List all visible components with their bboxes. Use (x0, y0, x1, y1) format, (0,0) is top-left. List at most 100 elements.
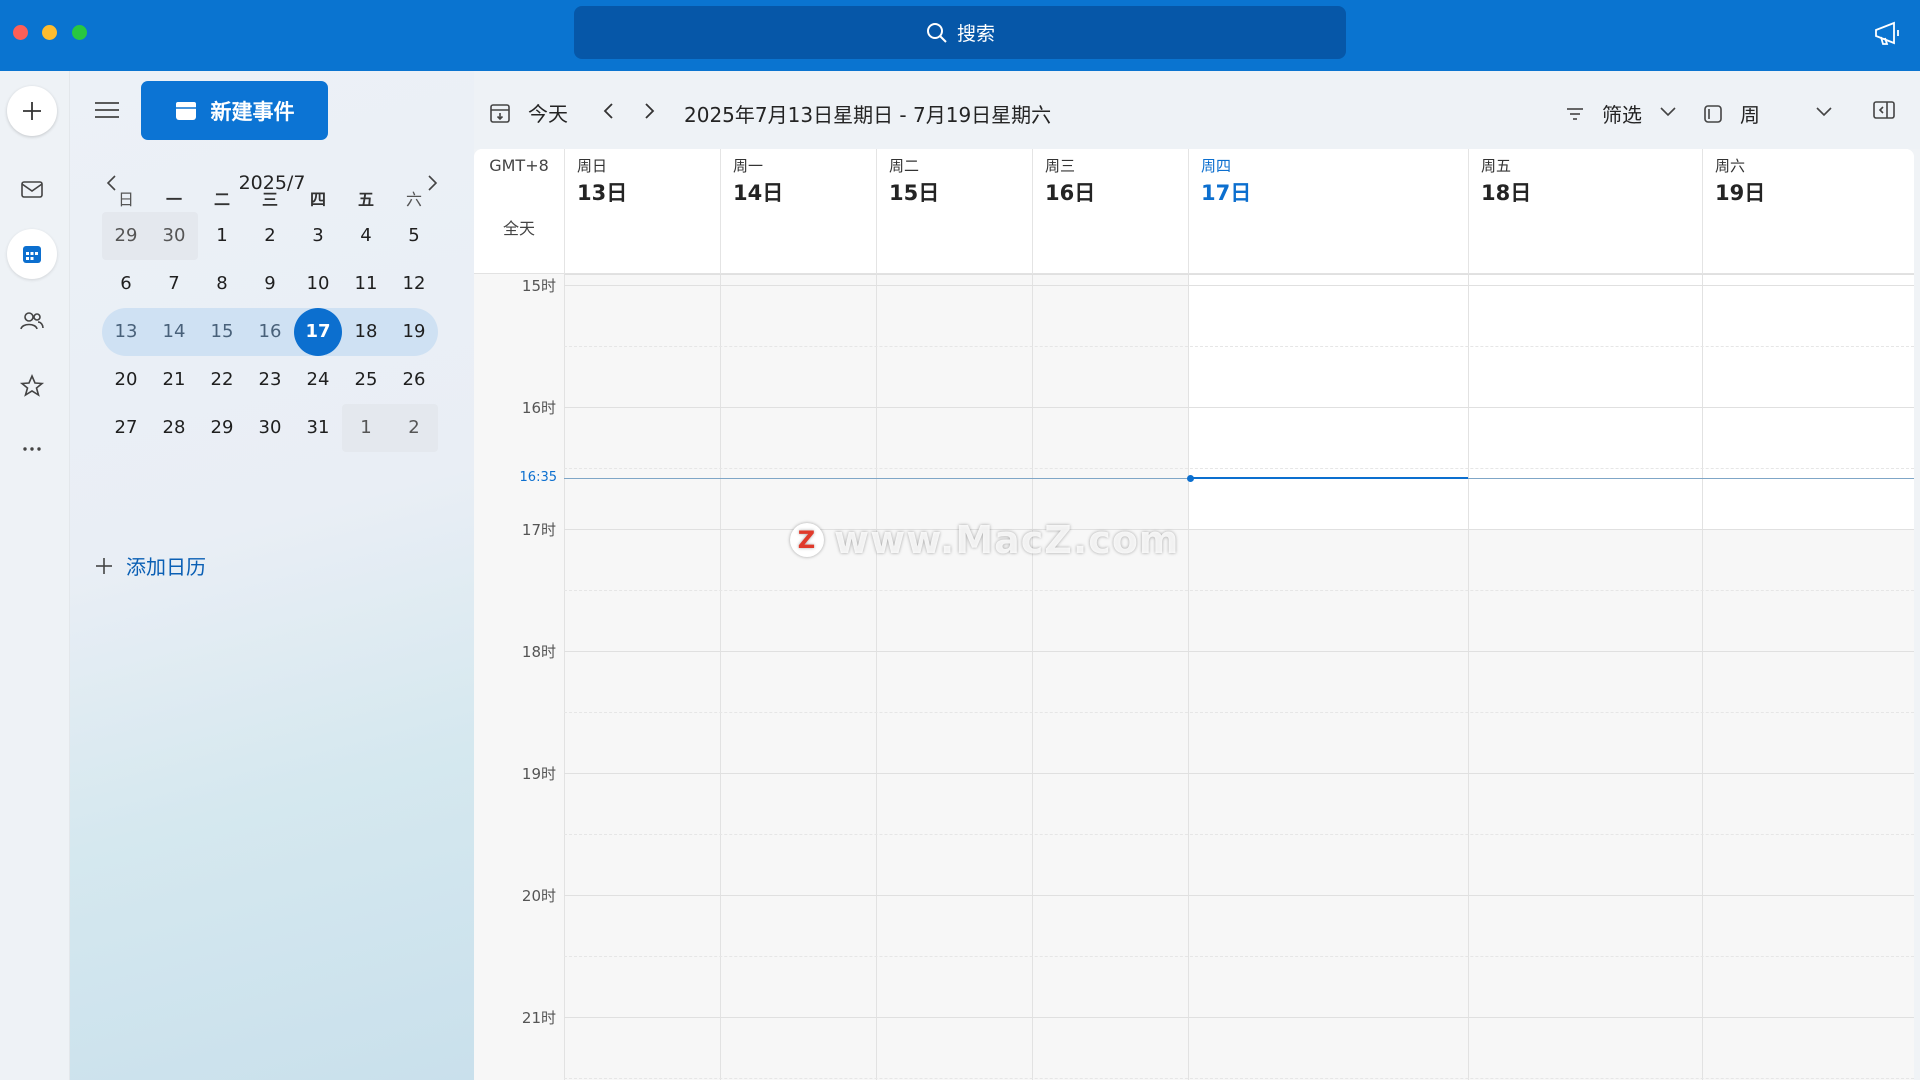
people-button[interactable] (7, 296, 57, 346)
date-range-label[interactable]: 2025年7月13日星期日 - 7月19日星期六 (684, 99, 1051, 128)
add-calendar-button[interactable]: 添加日历 (94, 551, 206, 580)
more-apps-button[interactable] (7, 424, 57, 474)
hamburger-menu-icon[interactable] (92, 95, 122, 125)
mini-calendar-day[interactable]: 9 (246, 260, 294, 308)
mini-calendar-day[interactable]: 30 (246, 404, 294, 452)
mini-calendar-weekday: 六 (405, 190, 422, 209)
calendar-icon (23, 246, 41, 263)
mini-calendar-day[interactable]: 6 (102, 260, 150, 308)
mini-calendar-day[interactable]: 23 (246, 356, 294, 404)
mini-calendar-day[interactable]: 28 (150, 404, 198, 452)
chevron-down-icon[interactable] (1814, 101, 1834, 121)
mini-calendar-day[interactable]: 7 (150, 260, 198, 308)
mini-calendar-day[interactable]: 11 (342, 260, 390, 308)
mail-button[interactable] (7, 164, 57, 214)
day-column-7[interactable] (1702, 274, 1914, 1080)
day-header-3[interactable]: 周二 15日 (876, 149, 1032, 274)
mini-calendar-day[interactable]: 5 (390, 212, 438, 260)
mini-calendar-day[interactable]: 1 (198, 212, 246, 260)
mini-calendar-day[interactable]: 18 (342, 308, 390, 356)
day-header-1[interactable]: 周日 13日 (564, 149, 720, 274)
mini-calendar-day[interactable]: 27 (102, 404, 150, 452)
half-hour-gridline (564, 468, 1914, 469)
mini-calendar-day[interactable]: 22 (198, 356, 246, 404)
mini-calendar-day[interactable]: 14 (150, 308, 198, 356)
filter-button[interactable]: 筛选 (1564, 99, 1642, 128)
mini-calendar-week: 29 30 1 2 3 4 5 (102, 212, 438, 260)
mini-calendar-day[interactable]: 10 (294, 260, 342, 308)
week-header: GMT+8 全天 周日 13日 周一 14日 周二 15日 周三 16日 周四 17日 周五 18日周… (474, 149, 1914, 274)
close-window-button[interactable] (13, 25, 28, 40)
day-date-label: 15日 (889, 181, 940, 205)
half-hour-gridline (564, 956, 1914, 957)
all-day-label: 全天 (502, 219, 535, 238)
mini-calendar-day[interactable]: 19 (390, 308, 438, 356)
mini-calendar-day[interactable]: 21 (150, 356, 198, 404)
mini-calendar-day[interactable]: 13 (102, 308, 150, 356)
mini-calendar-day[interactable]: 2 (246, 212, 294, 260)
zoom-window-button[interactable] (72, 25, 87, 40)
minimize-window-button[interactable] (42, 25, 57, 40)
day-column-6[interactable] (1468, 274, 1702, 1080)
day-column-2[interactable] (720, 274, 876, 1080)
mini-calendar-week: 13 14 15 16 17 18 19 (102, 308, 438, 356)
mini-calendar-week: 20 21 22 23 24 25 26 (102, 356, 438, 404)
current-time-dot (1187, 474, 1194, 482)
day-date-label: 14日 (733, 181, 784, 205)
mini-calendar-day[interactable]: 3 (294, 212, 342, 260)
more-icon (23, 447, 41, 451)
chevron-down-icon[interactable] (1658, 101, 1678, 121)
view-switcher[interactable]: 周 (1702, 99, 1760, 128)
mini-calendar-day[interactable]: 1 (342, 404, 390, 452)
day-header-6[interactable]: 周五 18日 (1468, 149, 1702, 274)
new-event-button[interactable]: 新建事件 (141, 81, 328, 140)
today-button[interactable]: 今天 (488, 98, 568, 127)
day-header-7[interactable]: 周六 19日 (1702, 149, 1914, 274)
people-icon (20, 312, 44, 330)
mini-calendar-day[interactable]: 25 (342, 356, 390, 404)
hour-label: 18时 (521, 643, 556, 661)
mini-calendar-day[interactable]: 29 (102, 212, 150, 260)
day-header-4[interactable]: 周三 16日 (1032, 149, 1188, 274)
day-header-5[interactable]: 周四 17日 (1188, 149, 1468, 274)
calendar-button[interactable] (7, 229, 57, 279)
mini-calendar-day[interactable]: 26 (390, 356, 438, 404)
day-column-3[interactable] (876, 274, 1032, 1080)
day-weekday-label: 周三 (1045, 157, 1076, 175)
hour-gridline (564, 773, 1914, 774)
next-week-button[interactable] (638, 100, 660, 122)
day-column-5[interactable] (1188, 274, 1468, 1080)
mini-calendar-weekday: 一 (165, 190, 182, 209)
day-column-1[interactable] (564, 274, 720, 1080)
day-date-label: 17日 (1201, 181, 1252, 205)
mini-calendar-day[interactable]: 2 (390, 404, 438, 452)
mini-calendar-day[interactable]: 24 (294, 356, 342, 404)
half-hour-gridline (564, 834, 1914, 835)
hour-gridline (564, 1017, 1914, 1018)
mini-calendar-day[interactable]: 31 (294, 404, 342, 452)
mini-calendar-today[interactable]: 17 (294, 308, 342, 356)
side-panel-icon[interactable] (1872, 99, 1896, 121)
favorites-button[interactable] (7, 361, 57, 411)
mini-calendar-day[interactable]: 12 (390, 260, 438, 308)
time-grid[interactable]: 15时 16时 17时 18时 19时 20时 21时 16:35 (474, 274, 1914, 1080)
mini-calendar-day[interactable]: 8 (198, 260, 246, 308)
day-column-4[interactable] (1032, 274, 1188, 1080)
mini-calendar-day[interactable]: 30 (150, 212, 198, 260)
day-date-label: 13日 (577, 181, 628, 205)
mini-calendar-day[interactable]: 16 (246, 308, 294, 356)
plus-icon (23, 102, 41, 120)
megaphone-icon[interactable] (1872, 19, 1902, 47)
day-header-2[interactable]: 周一 14日 (720, 149, 876, 274)
new-item-button[interactable] (7, 86, 57, 136)
mini-calendar-day[interactable]: 20 (102, 356, 150, 404)
previous-week-button[interactable] (598, 100, 620, 122)
week-view-icon (1704, 104, 1722, 123)
mini-calendar-day[interactable]: 15 (198, 308, 246, 356)
mini-calendar-weekday: 日 (117, 190, 134, 209)
search-bar[interactable]: 搜索 (574, 6, 1346, 59)
app-rail (0, 71, 70, 1080)
mini-calendar-day[interactable]: 29 (198, 404, 246, 452)
half-hour-gridline (564, 712, 1914, 713)
mini-calendar-day[interactable]: 4 (342, 212, 390, 260)
